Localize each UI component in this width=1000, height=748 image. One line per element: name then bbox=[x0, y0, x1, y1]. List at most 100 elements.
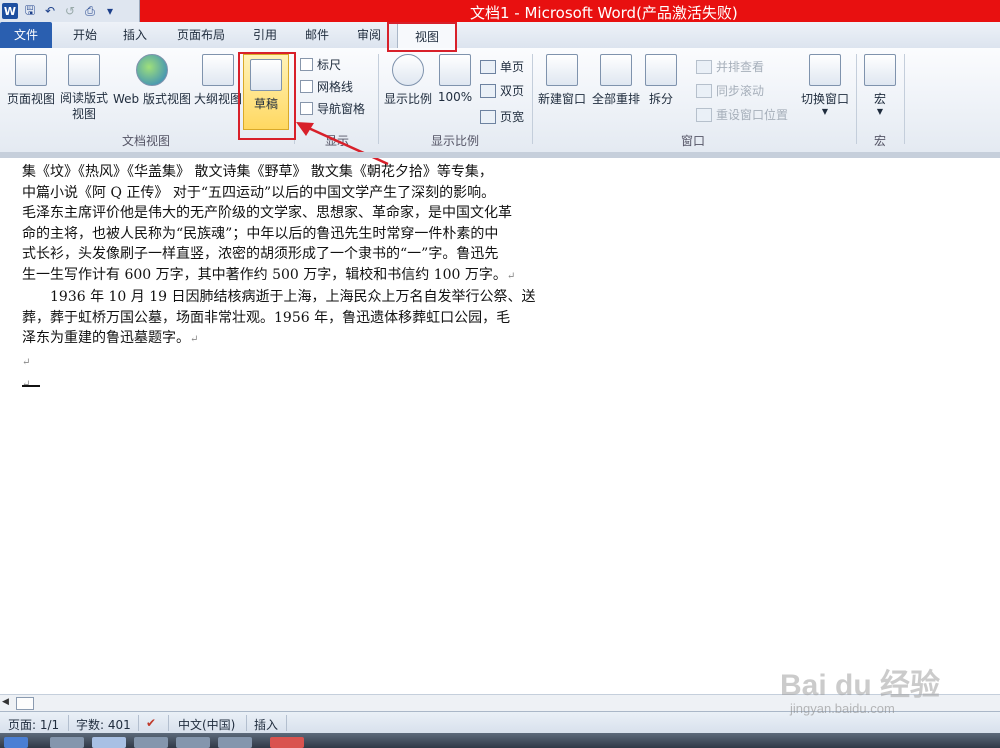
tab-review[interactable]: 审阅 bbox=[346, 22, 392, 48]
new-window-button[interactable]: 新建窗口 bbox=[536, 54, 588, 107]
word-logo-icon: W bbox=[2, 3, 18, 19]
reading-view-icon bbox=[68, 54, 100, 86]
two-pages-button[interactable]: 双页 bbox=[480, 82, 524, 99]
macros-button[interactable]: 宏 ▼ bbox=[862, 54, 898, 116]
status-separator bbox=[168, 715, 169, 731]
customize-qat-icon[interactable]: ▾ bbox=[102, 3, 118, 19]
one-page-button[interactable]: 单页 bbox=[480, 58, 524, 75]
document-area-border bbox=[0, 152, 1000, 158]
arrange-all-icon bbox=[600, 54, 632, 86]
new-window-icon bbox=[546, 54, 578, 86]
print-preview-icon[interactable]: ⎙ bbox=[82, 3, 98, 19]
tab-file[interactable]: 文件 bbox=[0, 22, 52, 48]
dropdown-arrow-icon: ▼ bbox=[876, 107, 884, 116]
tab-references[interactable]: 引用 bbox=[242, 22, 288, 48]
tab-home[interactable]: 开始 bbox=[62, 22, 108, 48]
scrollbar-thumb[interactable] bbox=[16, 697, 34, 710]
one-page-icon bbox=[480, 59, 496, 74]
paragraph-mark-icon: ↵ bbox=[22, 356, 31, 368]
doc-line: 泽东为重建的鲁迅墓题字。↵ bbox=[22, 330, 199, 346]
gridlines-checkbox[interactable]: 网格线 bbox=[300, 78, 353, 95]
synchronous-scrolling-button[interactable]: 同步滚动 bbox=[696, 82, 764, 99]
doc-line: 式长衫，头发像刷子一样直竖，浓密的胡须形成了一个隶书的“一”字。鲁迅先 bbox=[22, 246, 499, 262]
switch-windows-icon bbox=[809, 54, 841, 86]
ruler-checkbox[interactable]: 标尺 bbox=[300, 56, 341, 73]
sync-scroll-icon bbox=[696, 83, 712, 98]
zoom-100-button[interactable]: 100% bbox=[436, 54, 474, 104]
outline-icon bbox=[202, 54, 234, 86]
web-layout-button[interactable]: Web 版式视图 bbox=[112, 54, 192, 107]
view-side-by-side-button[interactable]: 并排查看 bbox=[696, 58, 764, 75]
insert-mode-indicator[interactable]: 插入 bbox=[254, 716, 278, 733]
tab-insert[interactable]: 插入 bbox=[112, 22, 158, 48]
zoom-button[interactable]: 显示比例 bbox=[382, 54, 434, 107]
group-label-macros: 宏 bbox=[873, 134, 886, 148]
doc-line: ↵ bbox=[22, 373, 582, 396]
taskbar-word-icon[interactable] bbox=[92, 737, 126, 748]
magnifier-icon bbox=[392, 54, 424, 86]
ribbon-tabs: 文件 开始 插入 页面布局 引用 邮件 审阅 视图 bbox=[0, 22, 1000, 49]
taskbar-app-icon[interactable] bbox=[176, 737, 210, 748]
quick-access-toolbar: W 🖫 ↶ ↺ ⎙ ▾ bbox=[0, 0, 140, 22]
switch-windows-button[interactable]: 切换窗口 ▼ bbox=[798, 54, 852, 116]
paragraph-mark-icon: ↵ bbox=[506, 270, 516, 282]
view-tab-highlight bbox=[387, 22, 457, 52]
tab-page-layout[interactable]: 页面布局 bbox=[170, 22, 232, 48]
page-100-icon bbox=[439, 54, 471, 86]
taskbar-app-icon[interactable] bbox=[50, 737, 84, 748]
taskbar-app-icon[interactable] bbox=[270, 737, 304, 748]
doc-line: 集《坟》《热风》《华盖集》 散文诗集《野草》 散文集《朝花夕拾》等专集， bbox=[22, 164, 493, 180]
macro-icon bbox=[864, 54, 896, 86]
end-of-document-marker bbox=[22, 385, 40, 387]
group-separator bbox=[856, 54, 857, 144]
ribbon: 页面视图 阅读版式视图 Web 版式视图 大纲视图 草稿 文档视图 标尺 网格线… bbox=[0, 48, 1000, 153]
page-width-button[interactable]: 页宽 bbox=[480, 108, 524, 125]
doc-line: 毛泽东主席评价他是伟大的无产阶级的文学家、思想家、革命家，是中国文化革 bbox=[22, 205, 512, 221]
status-separator bbox=[286, 715, 287, 731]
group-separator bbox=[904, 54, 905, 144]
proofing-icon[interactable]: ✔ bbox=[146, 716, 156, 730]
arrange-all-button[interactable]: 全部重排 bbox=[590, 54, 642, 107]
checkbox-icon bbox=[300, 58, 313, 71]
checkbox-icon bbox=[300, 80, 313, 93]
reset-window-icon bbox=[696, 107, 712, 122]
status-separator bbox=[138, 715, 139, 731]
doc-line: 中篇小说《阿 Q 正传》 对于“五四运动”以后的中国文学产生了深刻的影响。 bbox=[22, 184, 496, 201]
split-button[interactable]: 拆分 bbox=[644, 54, 678, 107]
status-separator bbox=[68, 715, 69, 731]
side-by-side-icon bbox=[696, 59, 712, 74]
globe-icon bbox=[136, 54, 168, 86]
start-button[interactable] bbox=[4, 737, 28, 748]
undo-icon[interactable]: ↶ bbox=[42, 3, 58, 19]
two-pages-icon bbox=[480, 83, 496, 98]
reset-window-position-button[interactable]: 重设窗口位置 bbox=[696, 106, 788, 123]
page-count[interactable]: 页面: 1/1 bbox=[8, 716, 59, 733]
status-separator bbox=[246, 715, 247, 731]
window-title: 文档1 - Microsoft Word(产品激活失败) bbox=[470, 4, 738, 22]
doc-line: ↵ bbox=[22, 351, 582, 374]
baidu-watermark-logo: Bai du 经验 bbox=[780, 669, 941, 702]
scroll-left-icon[interactable]: ◀ bbox=[2, 697, 12, 707]
baidu-watermark-url: jingyan.baidu.com bbox=[790, 701, 895, 716]
group-label-window: 窗口 bbox=[680, 134, 705, 148]
taskbar-app-icon[interactable] bbox=[218, 737, 252, 748]
save-icon[interactable]: 🖫 bbox=[22, 3, 38, 19]
doc-line: 命的主将，也被人民称为“民族魂”；中年以后的鲁迅先生时常穿一件朴素的中 bbox=[22, 225, 499, 242]
split-icon bbox=[645, 54, 677, 86]
paragraph-mark-icon: ↵ bbox=[190, 334, 199, 345]
full-screen-reading-button[interactable]: 阅读版式视图 bbox=[58, 54, 110, 122]
doc-line: 葬，葬于虹桥万国公墓，场面非常壮观。1956 年，鲁迅遗体移葬虹口公园，毛 bbox=[22, 309, 511, 326]
checkbox-icon bbox=[300, 102, 313, 115]
doc-line: 1936 年 10 月 19 日因肺结核病逝于上海，上海民众上万名自发举行公祭、… bbox=[22, 289, 536, 305]
taskbar-app-icon[interactable] bbox=[134, 737, 168, 748]
language-indicator[interactable]: 中文(中国) bbox=[178, 716, 235, 733]
print-layout-button[interactable]: 页面视图 bbox=[4, 54, 58, 107]
navigation-pane-checkbox[interactable]: 导航窗格 bbox=[300, 100, 365, 117]
draft-button-highlight bbox=[238, 52, 296, 140]
redo-icon[interactable]: ↺ bbox=[62, 3, 78, 19]
outline-button[interactable]: 大纲视图 bbox=[193, 54, 243, 107]
document-body[interactable]: 集《坟》《热风》《华盖集》 散文诗集《野草》 散文集《朝花夕拾》等专集， 中篇小… bbox=[22, 162, 582, 396]
tab-mailings[interactable]: 邮件 bbox=[294, 22, 340, 48]
word-count[interactable]: 字数: 401 bbox=[76, 716, 131, 733]
print-layout-icon bbox=[15, 54, 47, 86]
